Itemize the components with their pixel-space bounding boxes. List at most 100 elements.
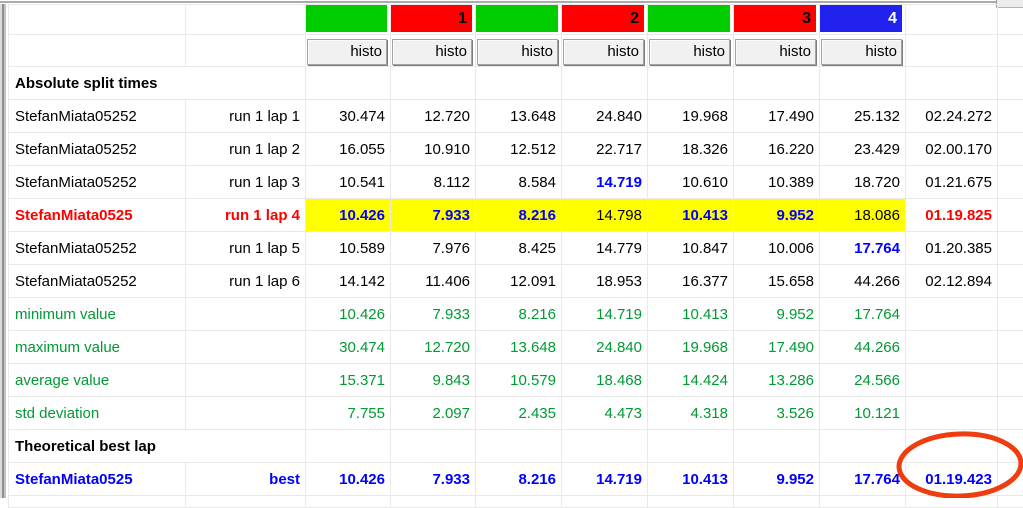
histo-button[interactable]: histo (821, 39, 902, 65)
group-color-cell: 2 (562, 5, 648, 35)
group-color-cell (648, 5, 734, 35)
lap-total-cell: 01.19.825 (906, 199, 998, 232)
split-value-cell: 14.798 (562, 199, 648, 232)
split-value-cell: 10.413 (648, 199, 734, 232)
histo-row: histohistohistohistohistohistohisto (9, 35, 1023, 67)
split-value-cell: 24.840 (562, 100, 648, 133)
histo-button[interactable]: histo (735, 39, 816, 65)
split-value-cell: 30.474 (306, 100, 391, 133)
stat-value-cell: 10.426 (306, 298, 391, 331)
empty-cell (306, 496, 391, 508)
split-value-cell: 10.006 (734, 232, 820, 265)
lap-run-cell: run 1 lap 1 (186, 100, 306, 133)
split-value-cell: 44.266 (820, 265, 906, 298)
split-value-cell: 8.584 (476, 166, 562, 199)
empty-cell (562, 496, 648, 508)
lap-total-cell: 01.19.423 (906, 463, 998, 496)
empty-cell (648, 496, 734, 508)
spacer-cell (998, 100, 1023, 133)
spacer-cell (998, 232, 1023, 265)
group-color-cell: 4 (820, 5, 906, 35)
split-times-grid: 1234histohistohistohistohistohistohistoA… (8, 4, 1023, 508)
lap-name-cell: StefanMiata0525 (9, 199, 186, 232)
spacer-cell (998, 166, 1023, 199)
split-value-cell: 16.377 (648, 265, 734, 298)
value-cell (306, 430, 391, 463)
stat-value-cell: 14.424 (648, 364, 734, 397)
timing-grid-body: 1234histohistohistohistohistohistohistoA… (9, 5, 1023, 508)
split-value-cell: 12.720 (391, 100, 476, 133)
stat-value-cell: 3.526 (734, 397, 820, 430)
corner-cell (9, 35, 186, 67)
stat-value-cell: 30.474 (306, 331, 391, 364)
lap-name-cell: StefanMiata05252 (9, 100, 186, 133)
lap-run-cell (186, 298, 306, 331)
split-value-cell: 10.847 (648, 232, 734, 265)
split-value-cell: 14.779 (562, 232, 648, 265)
split-value-cell: 12.091 (476, 265, 562, 298)
histo-button[interactable]: histo (563, 39, 644, 65)
split-value-cell: 10.589 (306, 232, 391, 265)
lap-run-cell: run 1 lap 2 (186, 133, 306, 166)
stat-value-cell: 44.266 (820, 331, 906, 364)
stat-value-cell: 10.413 (648, 298, 734, 331)
stat-row: minimum value10.4267.9338.21614.71910.41… (9, 298, 1023, 331)
empty-cell (391, 496, 476, 508)
channel-color-swatch (648, 5, 730, 32)
group-color-cell: 1 (391, 5, 476, 35)
empty-cell (476, 496, 562, 508)
histo-button[interactable]: histo (307, 39, 387, 65)
stat-label-cell: std deviation (9, 397, 186, 430)
spacer-cell (998, 199, 1023, 232)
lap-total-cell: 02.12.894 (906, 265, 998, 298)
total-cell (906, 298, 998, 331)
total-cell (906, 430, 998, 463)
split-value-cell: 16.055 (306, 133, 391, 166)
value-cell (734, 430, 820, 463)
split-value-cell: 7.976 (391, 232, 476, 265)
split-value-cell: 10.426 (306, 199, 391, 232)
histo-button[interactable]: histo (649, 39, 730, 65)
group-color-cell: 3 (734, 5, 820, 35)
histo-button[interactable]: histo (477, 39, 558, 65)
section-row: Absolute split times (9, 67, 1023, 100)
section-title-cell: Absolute split times (9, 67, 306, 100)
split-value-cell: 10.389 (734, 166, 820, 199)
split-value-cell: 18.720 (820, 166, 906, 199)
stat-value-cell: 4.318 (648, 397, 734, 430)
stat-value-cell: 10.121 (820, 397, 906, 430)
lap-total-cell: 02.00.170 (906, 133, 998, 166)
value-cell (306, 67, 391, 100)
spacer-cell (998, 496, 1023, 508)
stat-value-cell: 9.952 (734, 298, 820, 331)
lap-total-cell: 01.21.675 (906, 166, 998, 199)
channel-color-swatch (306, 5, 387, 32)
stat-row: maximum value30.47412.72013.64824.84019.… (9, 331, 1023, 364)
histo-cell: histo (562, 35, 648, 67)
spacer-cell (998, 331, 1023, 364)
split-value-cell: 13.648 (476, 100, 562, 133)
histo-button[interactable]: histo (392, 39, 472, 65)
lap-row: StefanMiata05252run 1 lap 614.14211.4061… (9, 265, 1023, 298)
split-value-cell: 7.933 (391, 199, 476, 232)
stat-row: average value15.3719.84310.57918.46814.4… (9, 364, 1023, 397)
split-value-cell: 8.216 (476, 463, 562, 496)
value-cell (476, 430, 562, 463)
split-value-cell: 15.658 (734, 265, 820, 298)
split-value-cell: 17.764 (820, 232, 906, 265)
total-header-cell (906, 5, 998, 35)
channel-color-swatch: 1 (391, 5, 472, 32)
stat-value-cell: 10.579 (476, 364, 562, 397)
channel-color-swatch: 4 (820, 5, 902, 32)
spacer-cell (998, 265, 1023, 298)
value-cell (820, 430, 906, 463)
window-left-border (0, 0, 8, 498)
split-value-cell: 19.968 (648, 100, 734, 133)
split-value-cell: 10.610 (648, 166, 734, 199)
lap-run-cell: run 1 lap 4 (186, 199, 306, 232)
split-value-cell: 7.933 (391, 463, 476, 496)
stat-value-cell: 17.490 (734, 331, 820, 364)
split-value-cell: 14.719 (562, 463, 648, 496)
lap-total-cell: 01.20.385 (906, 232, 998, 265)
value-cell (476, 67, 562, 100)
